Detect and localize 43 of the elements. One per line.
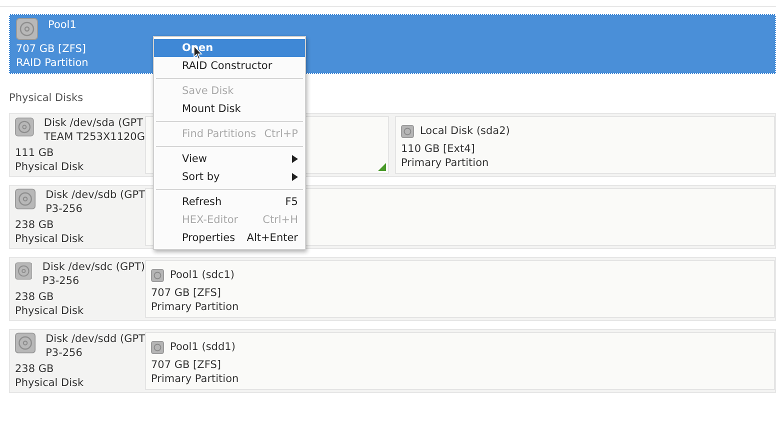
disk-size: 238 GB [15,218,54,232]
menu-item[interactable]: View [154,150,305,168]
partition-type: Primary Partition [401,156,489,170]
disk-model: P3-256 [46,202,82,216]
menu-item[interactable]: RAID Constructor [154,57,305,75]
partition-size: 707 GB [ZFS] [151,286,221,300]
disk-type: Physical Disk [15,232,84,246]
disk-type: Physical Disk [15,160,84,174]
partition-name: Pool1 (sdd1) [170,340,236,354]
partition-name: Local Disk (sda2) [420,124,510,138]
disk-size: 111 GB [15,146,54,160]
menu-item[interactable]: Properties Alt+Enter [154,229,305,247]
partition-tile[interactable]: Pool1 (sdd1) 707 GB [ZFS] Primary Partition [145,332,775,390]
disk-model: TEAM T253X1120G [44,130,145,144]
partition-name: Pool1 (sdc1) [170,268,235,282]
partition-tile[interactable]: Local Disk (sda2) 110 GB [Ext4] Primary Partition [395,116,775,174]
partition-icon [151,268,164,282]
disk-name: Disk /dev/sdb (GPT [46,188,145,202]
section-title: Physical Disks [9,92,84,106]
partition-tile[interactable]: Pool1 (sdc1) 707 GB [ZFS] Primary Partition [145,260,775,318]
pool-size: 707 GB [ZFS] [16,42,86,56]
disk-row[interactable]: Disk /dev/sdd (GPT P3-256 238 GB Physical Disk Pool1 (sdd1) 707 GB [ZFS] Primary Partition [9,329,776,393]
partition-size: 110 GB [Ext4] [401,142,475,156]
pool-type: RAID Partition [16,56,88,70]
pool-name: Pool1 [48,18,76,32]
disk-name: Disk /dev/sdd (GPT [46,332,145,346]
partition-icon [401,124,414,138]
disk-name: Disk /dev/sdc (GPT) [42,260,145,274]
partition-size: 707 GB [ZFS] [151,358,221,372]
disk-type: Physical Disk [15,376,84,390]
submenu-arrow-icon [292,173,298,181]
disk-size: 238 GB [15,290,54,304]
partition-type: Primary Partition [151,372,239,386]
disk-model: P3-256 [46,346,82,360]
disk-type: Physical Disk [15,304,84,318]
disk-size: 238 GB [15,362,54,376]
disk-row[interactable]: Disk /dev/sdc (GPT) P3-256 238 GB Physical Disk Pool1 (sdc1) 707 GB [ZFS] Primary Partition [9,257,776,321]
disk-model: P3-256 [42,274,80,288]
menu-item[interactable]: Refresh F5 [154,193,305,211]
submenu-arrow-icon [292,155,298,163]
partition-type: Primary Partition [151,300,239,314]
disk-name: Disk /dev/sda (GPT [44,116,144,130]
partition-icon [151,340,164,354]
